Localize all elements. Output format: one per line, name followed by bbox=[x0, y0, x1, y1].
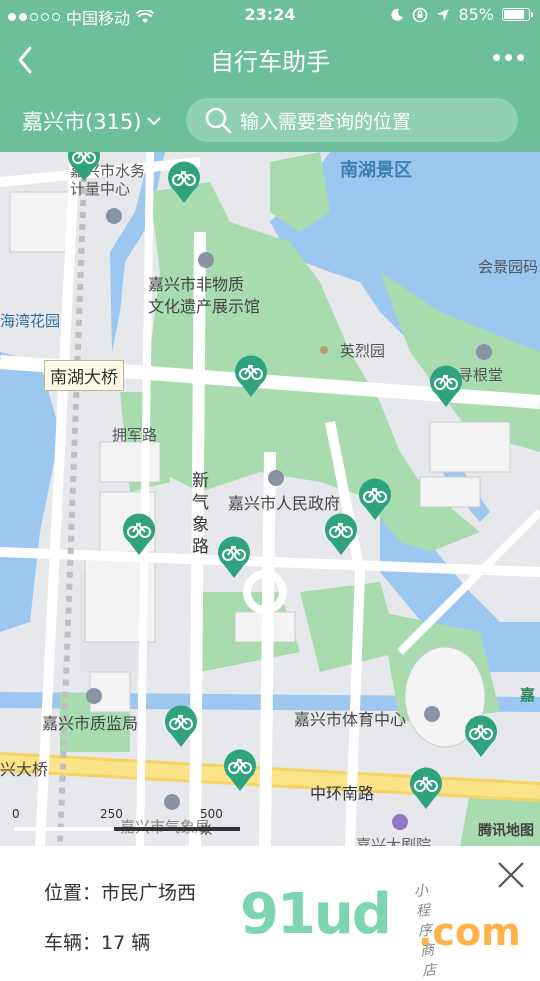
map-label-nanhu: 南湖景区 bbox=[340, 160, 412, 181]
scale-250: 250 bbox=[100, 807, 123, 821]
scale-500: 500 米 bbox=[200, 807, 223, 837]
map-label-zhijian: 嘉兴市质监局 bbox=[42, 714, 139, 733]
location-arrow-icon bbox=[437, 8, 450, 21]
map-label-yongjun: 拥军路 bbox=[112, 426, 158, 444]
station-bike-count: 车辆：17 辆 bbox=[44, 932, 151, 954]
poi-icon bbox=[392, 814, 408, 830]
bike-station-pin[interactable] bbox=[121, 512, 157, 556]
orientation-lock-icon bbox=[413, 7, 428, 22]
poi-icon bbox=[164, 794, 180, 810]
poi-icon bbox=[476, 344, 492, 360]
battery-percent: 85% bbox=[458, 5, 494, 24]
map-label-huijing: 会景园码 bbox=[478, 258, 539, 276]
bike-station-pin[interactable] bbox=[463, 714, 499, 758]
map-brand-logo: 腾讯地图 bbox=[478, 823, 534, 839]
watermark-logo: 91ud 小程序商店 .com bbox=[240, 882, 521, 980]
bike-station-pin[interactable] bbox=[216, 535, 252, 579]
map-label-xing: 兴大桥 bbox=[0, 760, 49, 779]
map-label-gov: 嘉兴市人民政府 bbox=[228, 494, 341, 513]
bike-station-pin[interactable] bbox=[233, 354, 269, 398]
close-icon[interactable] bbox=[496, 860, 526, 890]
poi-icon bbox=[86, 688, 102, 704]
station-location: 位置：市民广场西 bbox=[44, 882, 197, 904]
bike-station-pin[interactable] bbox=[222, 748, 258, 792]
map-label-zhonghuan: 中环南路 bbox=[310, 784, 375, 803]
bike-station-pin[interactable] bbox=[323, 512, 359, 556]
page-title: 自行车助手 bbox=[210, 48, 330, 76]
map-label-heritage: 嘉兴市非物质 文化遗产展示馆 bbox=[148, 275, 261, 316]
map-label-xinqixiang: 新 气 象 路 bbox=[192, 471, 209, 557]
poi-icon bbox=[424, 706, 440, 722]
poi-icon bbox=[106, 208, 122, 224]
header: 中国移动 23:24 85% 自行车助手 嘉兴市(315) 输入需要查询的位置 bbox=[0, 0, 540, 152]
bike-station-pin[interactable] bbox=[408, 766, 444, 810]
search-icon bbox=[205, 107, 232, 134]
map-label-haiwan: 海湾花园 bbox=[0, 312, 61, 330]
status-bar: 中国移动 23:24 85% bbox=[0, 0, 540, 30]
battery-icon bbox=[502, 8, 533, 21]
bike-station-pin[interactable] bbox=[163, 704, 199, 748]
map-label-juyuan: 嘉兴大剧院 bbox=[356, 836, 432, 846]
map-label-jia: 嘉 bbox=[520, 686, 536, 704]
poi-icon bbox=[268, 470, 284, 486]
poi-icon bbox=[320, 346, 328, 354]
map-label-lieshi: 英烈园 bbox=[340, 342, 386, 360]
station-info-panel: 位置：市民广场西 车辆：17 辆 91ud 小程序商店 .com bbox=[0, 846, 540, 980]
watermark-main: 91ud bbox=[240, 882, 392, 947]
map-label-tiyu: 嘉兴市体育中心 bbox=[294, 710, 407, 729]
bike-station-pin[interactable] bbox=[66, 152, 102, 182]
chevron-down-icon bbox=[147, 117, 162, 126]
city-selector[interactable]: 嘉兴市(315) bbox=[22, 106, 162, 136]
map-label-bridge: 南湖大桥 bbox=[44, 360, 124, 391]
bike-station-pin[interactable] bbox=[357, 477, 393, 521]
map-view[interactable]: 嘉兴市水务 计量中心 南湖景区 嘉兴市非物质 文化遗产展示馆 会景园码 海湾花园… bbox=[0, 152, 540, 846]
scale-0: 0 bbox=[12, 807, 20, 821]
search-row: 嘉兴市(315) 输入需要查询的位置 bbox=[0, 96, 540, 146]
search-input[interactable]: 输入需要查询的位置 bbox=[186, 98, 518, 142]
map-label-xungen: 寻根堂 bbox=[458, 366, 504, 384]
more-options-icon[interactable] bbox=[493, 54, 524, 61]
bike-station-pin[interactable] bbox=[166, 160, 202, 204]
navigation-bar: 自行车助手 bbox=[0, 30, 540, 90]
poi-icon bbox=[198, 252, 214, 268]
watermark-domain: .com bbox=[418, 910, 521, 954]
bike-station-pin[interactable] bbox=[428, 364, 464, 408]
city-label: 嘉兴市(315) bbox=[22, 110, 142, 134]
search-placeholder: 输入需要查询的位置 bbox=[240, 110, 412, 133]
moon-icon bbox=[391, 8, 404, 21]
